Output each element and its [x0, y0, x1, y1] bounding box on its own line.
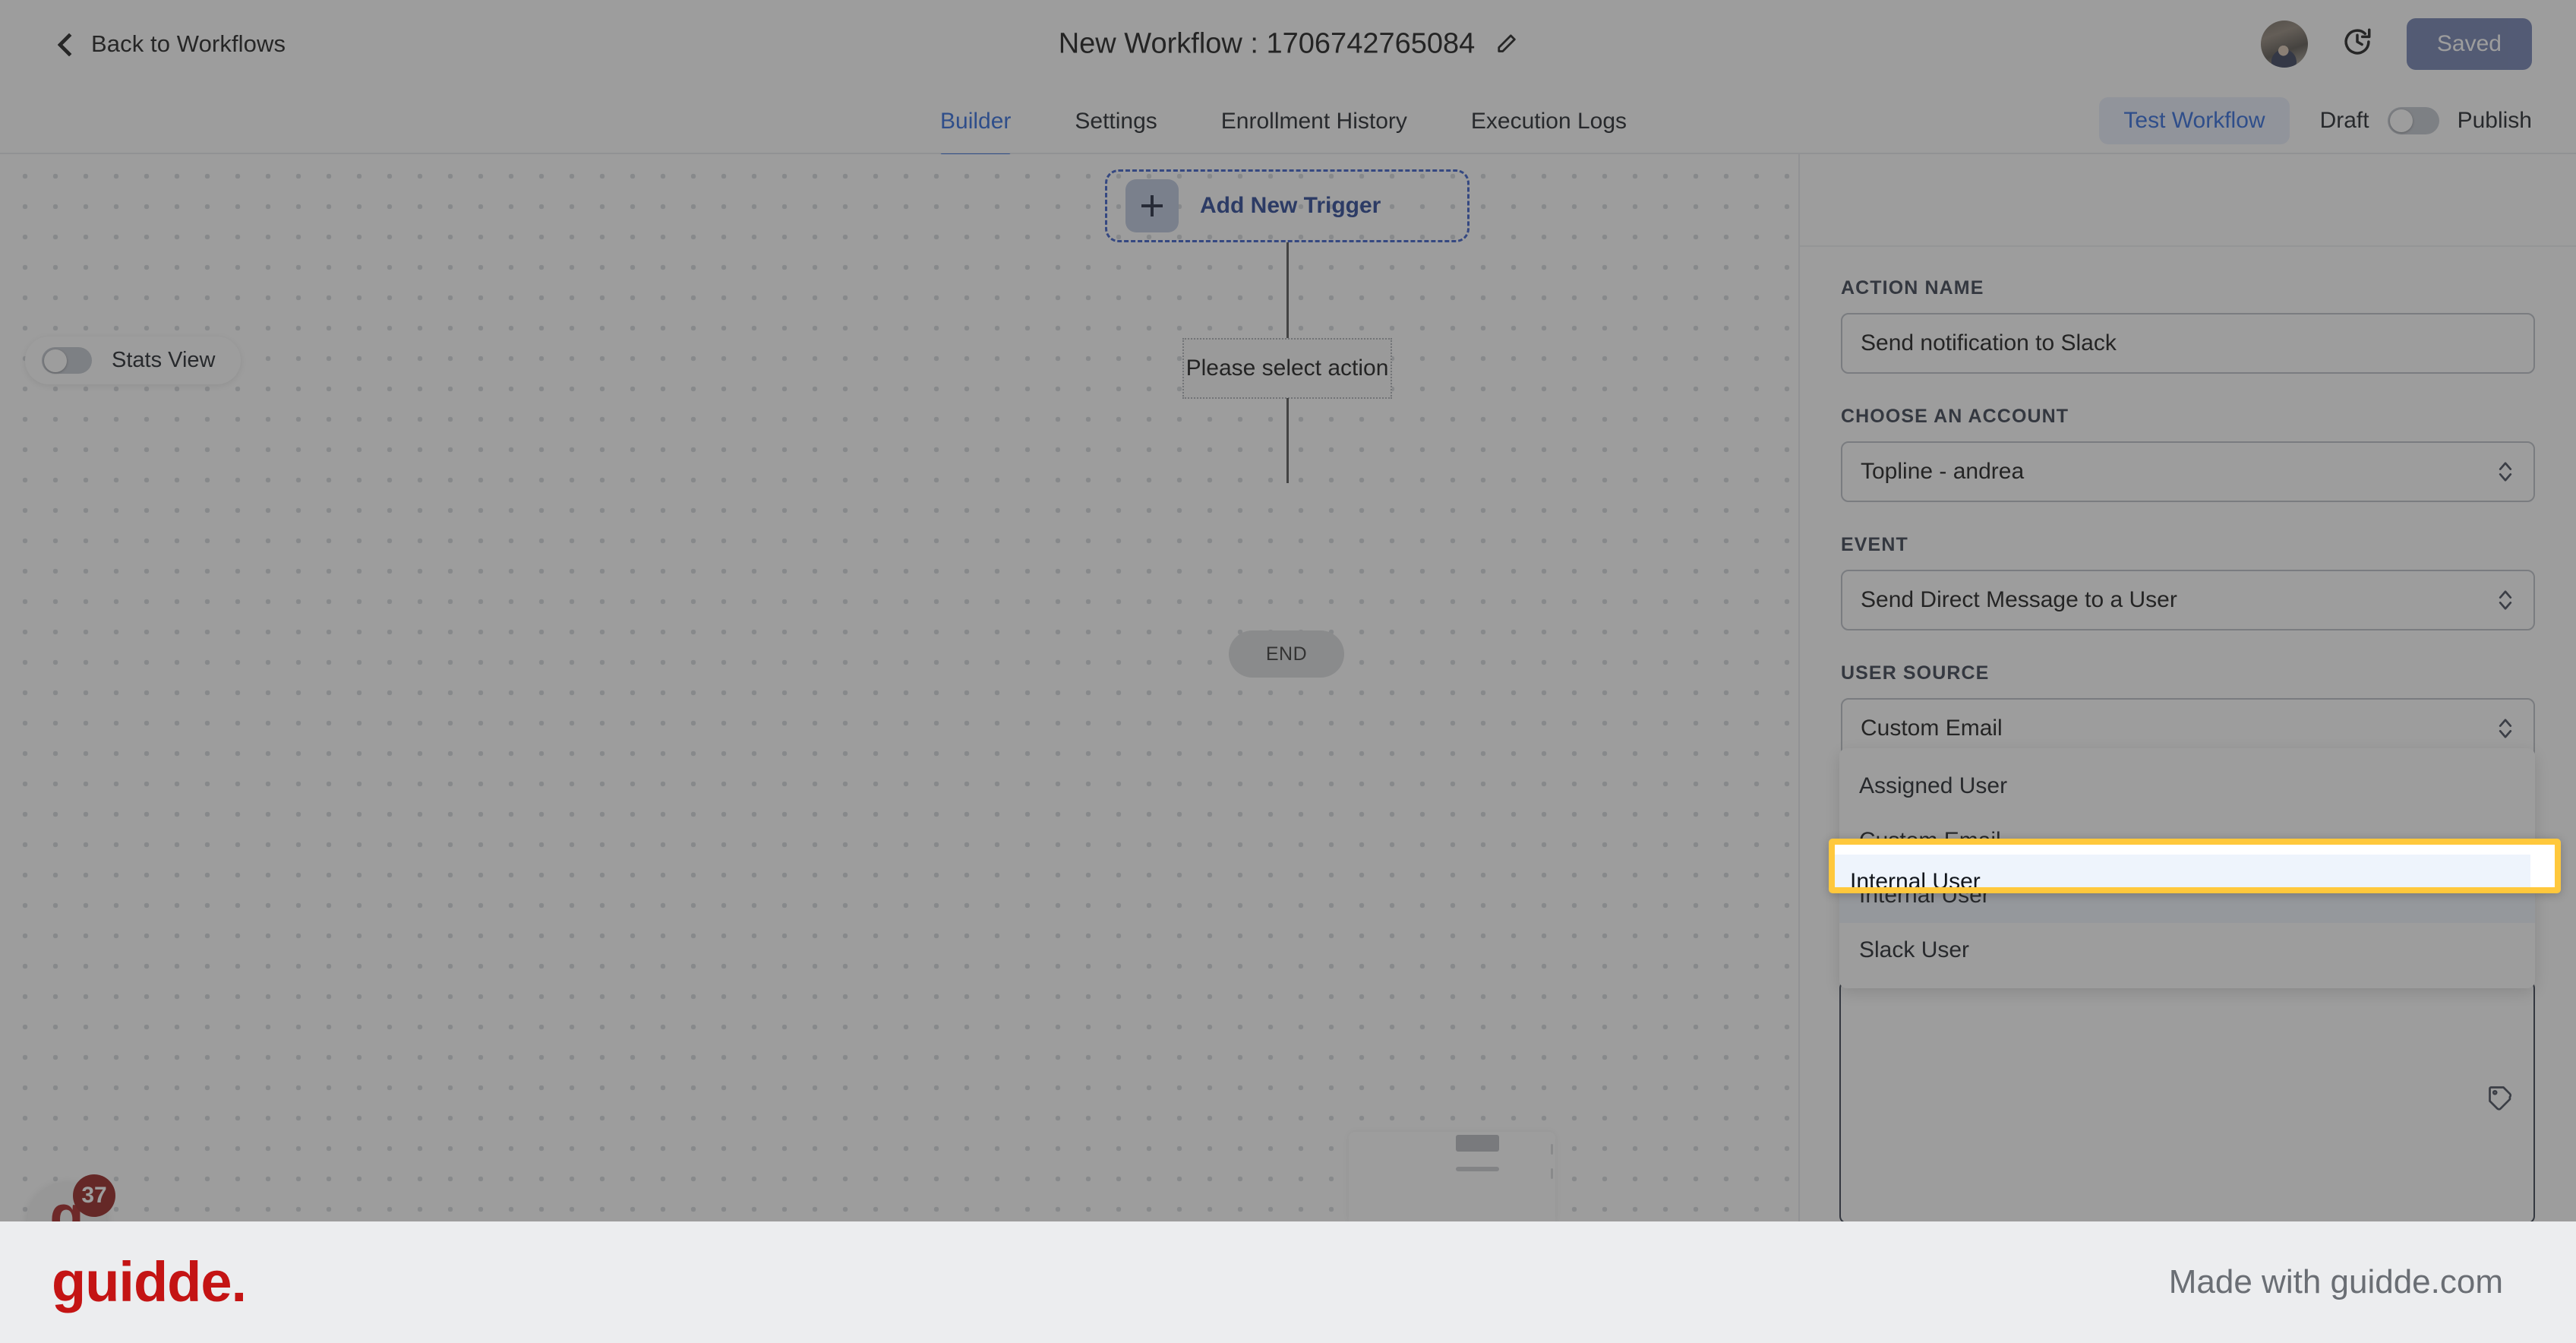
dropdown-option-slack-user[interactable]: Slack User — [1839, 923, 2535, 978]
minimap-node — [1456, 1167, 1499, 1171]
back-to-workflows-label: Back to Workflows — [91, 30, 286, 57]
event-select[interactable]: Send Direct Message to a User — [1841, 570, 2535, 630]
tab-list: Builder Settings Enrollment History Exec… — [908, 87, 1659, 154]
guidde-wordmark: guidde. — [52, 1250, 247, 1313]
minimap-scroll-mark — [1551, 1144, 1553, 1155]
action-name-label: ACTION NAME — [1841, 277, 1984, 299]
event-label: EVENT — [1841, 534, 1908, 555]
tabs-bar: Builder Settings Enrollment History Exec… — [0, 87, 2576, 154]
user-source-value: Custom Email — [1861, 716, 2003, 741]
publish-toggle-knob — [2389, 109, 2413, 132]
workflow-title-group: New Workflow : 1706742765084 — [1059, 27, 1518, 60]
highlighted-option-internal-user[interactable]: Internal User — [1835, 855, 2530, 887]
tab-enrollment-history[interactable]: Enrollment History — [1189, 87, 1439, 154]
tab-execution-logs[interactable]: Execution Logs — [1439, 87, 1659, 154]
add-new-trigger-node[interactable]: Add New Trigger — [1105, 169, 1470, 242]
page-title: New Workflow : 1706742765084 — [1058, 27, 1476, 59]
guidde-help-widget[interactable]: g 37 — [27, 1174, 115, 1221]
page-content: Back to Workflows New Workflow : 1706742… — [0, 0, 2576, 1221]
panel-body: ACTION NAME Send notification to Slack C… — [1800, 247, 2576, 759]
minimap-scroll-mark — [1551, 1168, 1553, 1179]
message-textarea[interactable] — [1839, 981, 2535, 1221]
choose-account-select[interactable]: Topline - andrea — [1841, 441, 2535, 502]
made-with-guidde-text: Made with guidde.com — [2168, 1263, 2503, 1300]
top-header-actions: Saved — [2260, 17, 2532, 70]
app-root: Back to Workflows New Workflow : 1706742… — [0, 0, 2576, 1343]
tab-settings[interactable]: Settings — [1043, 87, 1189, 154]
back-to-workflows-link[interactable]: Back to Workflows — [55, 30, 286, 58]
test-workflow-button[interactable]: Test Workflow — [2099, 97, 2290, 144]
top-header-bar: Back to Workflows New Workflow : 1706742… — [0, 0, 2576, 87]
stats-view-toggle-pill[interactable]: Stats View — [25, 337, 242, 384]
publish-state-group: Draft Publish — [2320, 107, 2532, 134]
event-value: Send Direct Message to a User — [1861, 587, 2177, 612]
tab-builder[interactable]: Builder — [908, 87, 1043, 154]
saved-button[interactable]: Saved — [2406, 17, 2532, 70]
highlight-box-internal-user[interactable]: Internal User — [1829, 839, 2561, 893]
publish-label: Publish — [2457, 108, 2532, 133]
draft-label: Draft — [2319, 108, 2369, 133]
publish-toggle[interactable] — [2387, 107, 2439, 134]
avatar[interactable] — [2260, 20, 2308, 68]
edge-trigger-to-action — [1286, 242, 1289, 338]
user-source-label: USER SOURCE — [1841, 662, 1990, 684]
canvas-minimap[interactable] — [1349, 1132, 1555, 1221]
stats-view-label: Stats View — [112, 348, 216, 372]
plus-icon — [1125, 179, 1179, 232]
tabs-bar-actions: Test Workflow Draft Publish — [2099, 87, 2532, 154]
panel-header — [1800, 154, 2576, 247]
action-name-input[interactable]: Send notification to Slack — [1841, 313, 2535, 374]
edge-action-to-end — [1286, 398, 1289, 483]
guidde-banner: guidde. Made with guidde.com — [0, 1221, 2576, 1343]
choose-account-value: Topline - andrea — [1861, 459, 2025, 484]
end-node: END — [1229, 630, 1344, 678]
chevron-left-icon — [55, 34, 74, 54]
select-action-node[interactable]: Please select action — [1182, 338, 1392, 399]
add-new-trigger-label: Add New Trigger — [1200, 193, 1381, 218]
workflow-canvas[interactable]: Stats View Add New Trigger Please select… — [0, 154, 1798, 1221]
stats-view-toggle[interactable] — [42, 347, 92, 374]
minimap-node — [1456, 1135, 1499, 1152]
choose-account-label: CHOOSE AN ACCOUNT — [1841, 406, 2069, 427]
dropdown-option-assigned-user[interactable]: Assigned User — [1839, 759, 2535, 814]
pencil-icon[interactable] — [1495, 33, 1517, 55]
notification-badge: 37 — [73, 1174, 115, 1217]
clock-history-icon[interactable] — [2341, 26, 2373, 62]
stats-view-toggle-knob — [44, 349, 67, 372]
